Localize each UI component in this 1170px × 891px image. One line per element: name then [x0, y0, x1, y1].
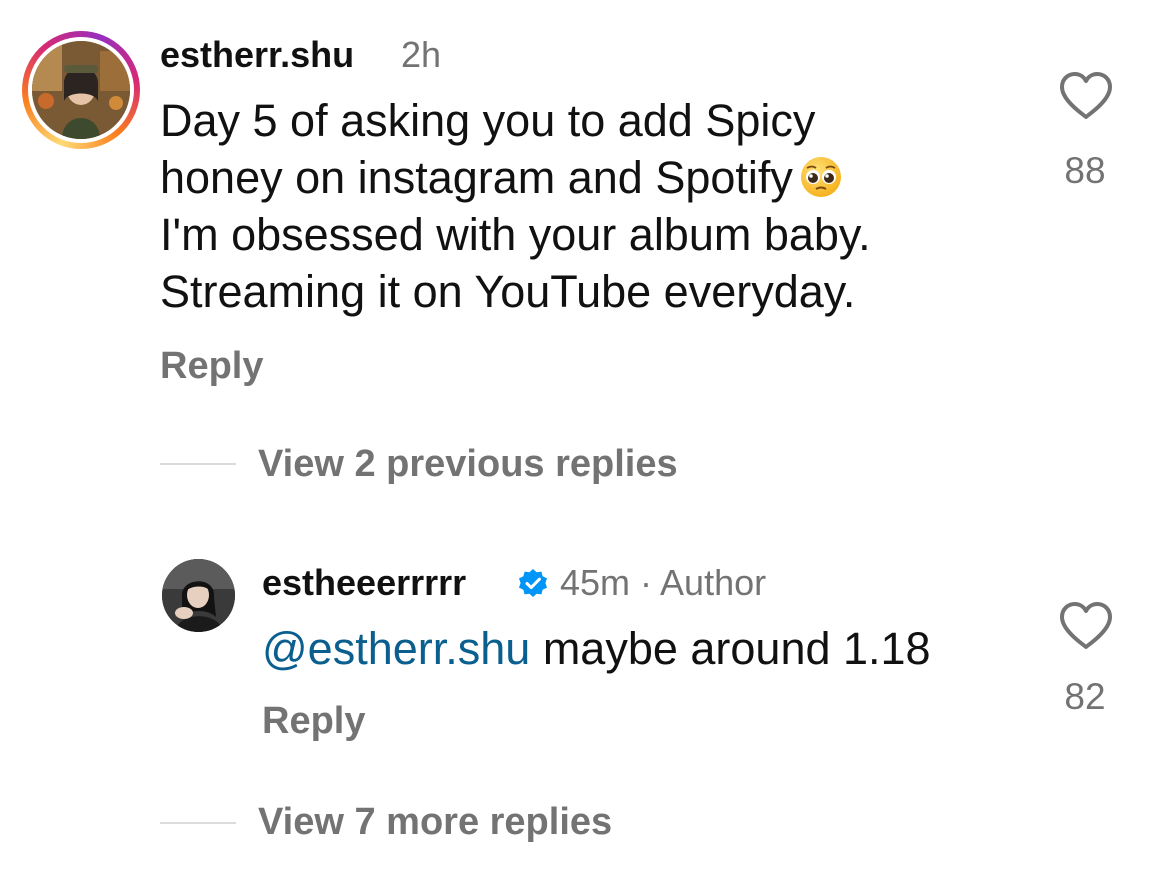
- reply-meta: 45m · Author: [560, 562, 767, 603]
- view-previous-replies-button[interactable]: View 2 previous replies: [258, 441, 678, 487]
- author-username[interactable]: estheeerrrrr: [262, 560, 466, 606]
- comment-line: Day 5 of asking you to add Spicy: [160, 95, 816, 146]
- commenter-username[interactable]: estherr.shu: [160, 32, 354, 78]
- commenter-avatar[interactable]: [22, 31, 140, 149]
- reply-button[interactable]: Reply: [262, 698, 365, 744]
- thread-divider: [160, 822, 236, 824]
- mention-link[interactable]: @estherr.shu: [262, 623, 530, 674]
- comment-line: Streaming it on YouTube everyday.: [160, 266, 856, 317]
- comment-line: I'm obsessed with your album baby.: [160, 209, 871, 260]
- person-photo-icon: [32, 41, 130, 139]
- comment-line-with-emoji: honey on instagram and Spotify: [160, 149, 960, 206]
- reply-text: @estherr.shu maybe around 1.18: [262, 620, 931, 677]
- commenter-avatar-image: [32, 41, 130, 139]
- thread-divider: [160, 463, 236, 465]
- comment-text: Day 5 of asking you to add Spicy honey o…: [160, 92, 960, 320]
- reply-button[interactable]: Reply: [160, 343, 263, 389]
- reply-body: maybe around 1.18: [530, 623, 931, 674]
- view-more-replies-button[interactable]: View 7 more replies: [258, 799, 612, 845]
- comment-timestamp: 2h: [401, 34, 442, 75]
- verified-badge-icon: [519, 569, 547, 597]
- pleading-face-emoji: [800, 157, 841, 197]
- like-count: 82: [1064, 676, 1106, 717]
- author-avatar[interactable]: [162, 559, 235, 632]
- heart-outline-icon[interactable]: [1058, 601, 1114, 651]
- like-count: 88: [1064, 150, 1106, 191]
- heart-outline-icon[interactable]: [1058, 71, 1114, 121]
- person-photo-icon: [162, 559, 235, 632]
- comment-line: honey on instagram and Spotify: [160, 152, 793, 203]
